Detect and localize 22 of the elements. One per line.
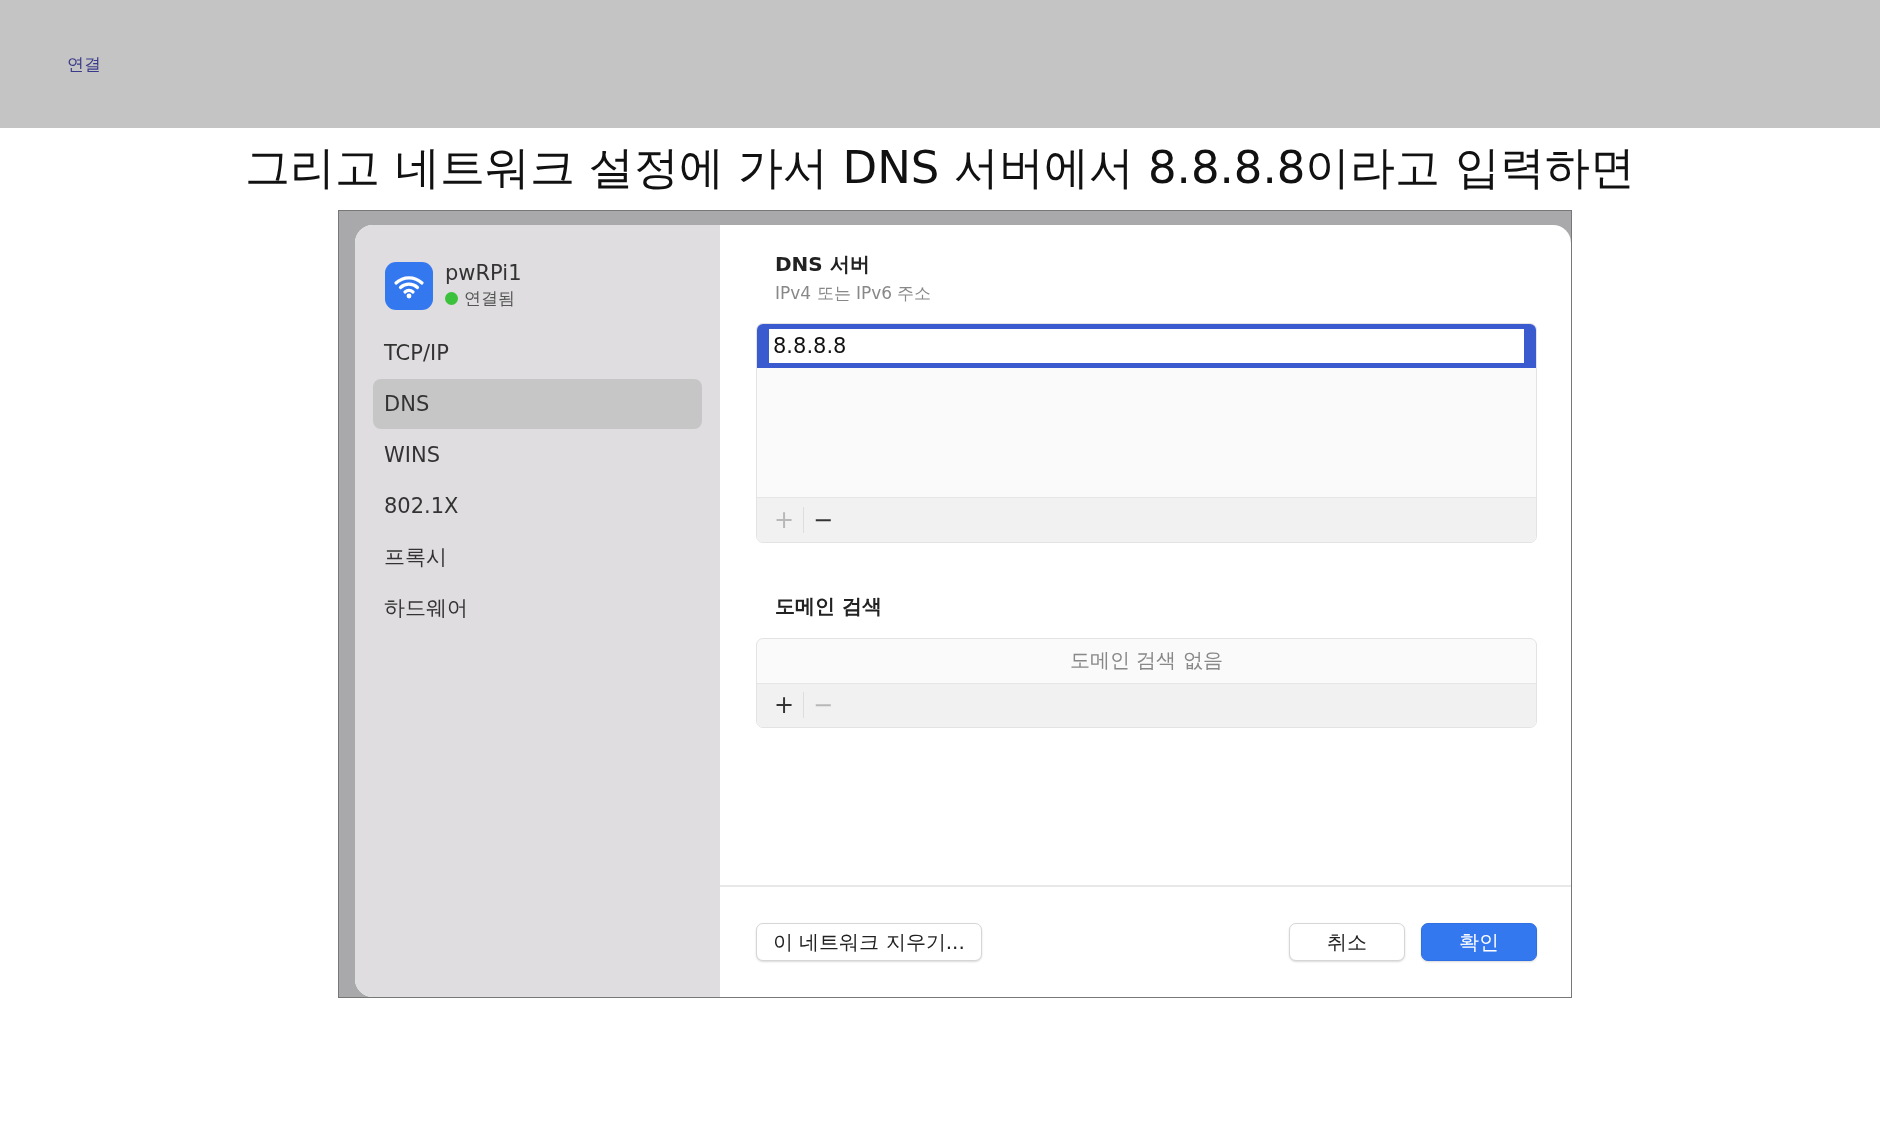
sidebar-item[interactable]: TCP/IP [373,328,702,378]
add-button[interactable]: + [765,688,803,723]
top-bar-label[interactable]: 연결 [67,52,101,76]
dialog-button[interactable]: 취소 [1289,923,1405,961]
network-status: 연결됨 [464,287,515,310]
sidebar-item[interactable]: 802.1X [373,481,702,531]
sidebar-item[interactable]: 프록시 [373,532,702,582]
network-name: pwRPi1 [445,261,522,285]
section-title: DNS 서버 [775,251,871,278]
empty-list-text: 도메인 검색 없음 [1069,647,1224,675]
sidebar-item[interactable]: 하드웨어 [373,583,702,633]
dns-entry-row[interactable]: 8.8.8.8 [757,324,1536,368]
section-title: 도메인 검색 [775,593,883,620]
confirm-button[interactable]: 확인 [1421,923,1537,961]
sidebar-item[interactable]: DNS [373,379,702,429]
section-subtitle: IPv4 또는 IPv6 주소 [775,282,933,305]
remove-button[interactable]: − [804,503,842,537]
dialog-button[interactable]: 이 네트워크 지우기... [756,923,982,961]
sidebar-item[interactable]: WINS [373,430,702,480]
video-caption: 그리고 네트워크 설정에 가서 DNS 서버에서 8.8.8.8이라고 입력하면 [244,140,1636,196]
wifi-icon [385,261,433,310]
dns-entry-field[interactable]: 8.8.8.8 [769,329,1524,363]
